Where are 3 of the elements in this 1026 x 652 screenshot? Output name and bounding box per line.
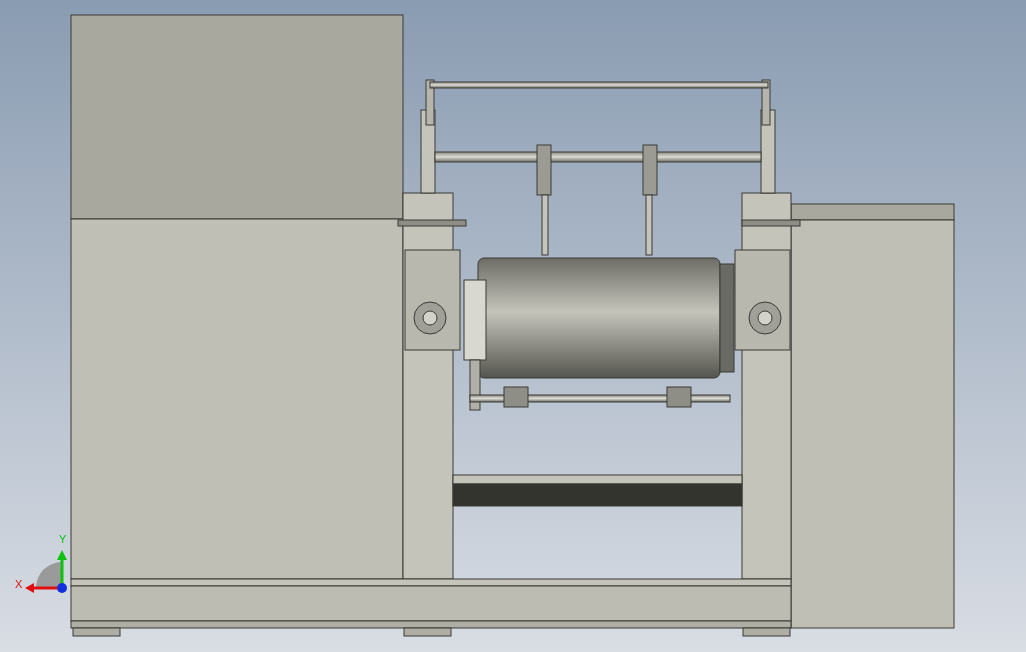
y-axis-label: Y bbox=[59, 533, 67, 545]
x-axis-label: X bbox=[15, 578, 23, 590]
axis-triad-icon bbox=[25, 550, 67, 593]
